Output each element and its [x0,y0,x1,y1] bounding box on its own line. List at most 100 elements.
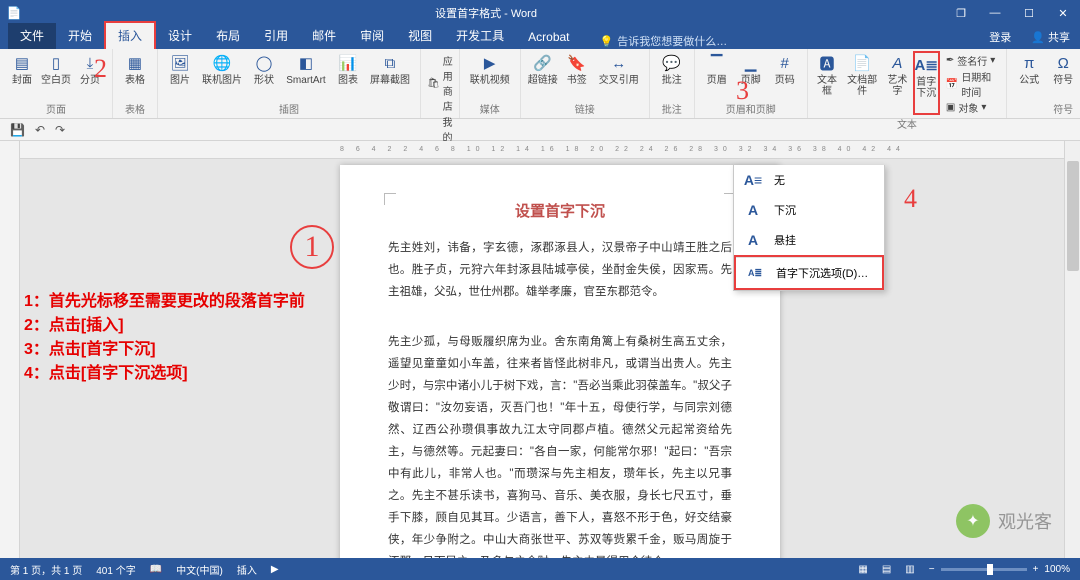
picture-button[interactable]: 🖼图片 [164,51,196,86]
smartart-icon: ◧ [296,53,316,73]
sig-icon: ✒ [946,55,954,66]
equation-button[interactable]: π公式 [1013,51,1045,86]
page-indicator[interactable]: 第 1 页，共 1 页 [10,562,82,577]
header-icon: ▔ [707,53,727,73]
blank-icon: ▯ [46,53,66,73]
hyperlink-button[interactable]: 🔗超链接 [527,51,559,86]
redo-button[interactable]: ↷ [55,123,65,137]
tab-design[interactable]: 设计 [156,23,204,49]
tab-developer[interactable]: 开发工具 [444,23,516,49]
link-icon: 🔗 [533,53,553,73]
wordart-icon: A [887,53,907,73]
dropcap-margin[interactable]: A悬挂 [734,225,884,255]
doc-paragraph-1: 先主姓刘，讳备，字玄德，涿郡涿县人，汉景帝子中山靖王胜之后也。胜子贞，元狩六年封… [388,237,732,303]
minimize-button[interactable]: — [978,0,1012,26]
shapes-button[interactable]: ◯形状 [248,51,280,86]
dropcap-button[interactable]: A≣首字下沉 [913,51,940,115]
zoom-slider[interactable] [941,568,1027,571]
instruction-line-2: 2：点击[插入] [24,314,305,338]
group-text: 🅰文本框 📄文档部件 A艺术字 A≣首字下沉 ✒签名行▾ 📅日期和时间 ▣对象▾… [808,49,1007,118]
textbox-icon: 🅰 [817,53,837,73]
document-page[interactable]: 1 设置首字下沉 先主姓刘，讳备，字玄德，涿郡涿县人，汉景帝子中山靖王胜之后也。… [340,165,780,558]
scroll-thumb[interactable] [1067,161,1079,271]
header-button[interactable]: ▔页眉 [701,51,733,86]
dropcap-icon: A≣ [916,55,936,75]
wordart-button[interactable]: A艺术字 [884,51,911,115]
tab-mailings[interactable]: 邮件 [300,23,348,49]
tab-acrobat[interactable]: Acrobat [516,26,581,49]
tab-home[interactable]: 开始 [56,23,104,49]
wechat-icon: ✦ [956,504,990,538]
datetime-button[interactable]: 📅日期和时间 [946,69,1000,99]
spellcheck-icon[interactable]: 📖 [150,564,162,575]
dropcap-dropped[interactable]: A下沉 [734,195,884,225]
insert-mode[interactable]: 插入 [237,562,257,577]
blank-page-button[interactable]: ▯空白页 [40,51,72,86]
crossref-button[interactable]: ↔交叉引用 [595,51,643,86]
textbox-button[interactable]: 🅰文本框 [814,51,841,115]
close-button[interactable]: ✕ [1046,0,1080,26]
group-tables: ▦表格 表格 [113,49,158,118]
group-addins: 🛍应用商店 🧩我的加载项 加载项 [421,49,460,118]
chevron-down-icon: ▾ [981,102,986,113]
watermark: ✦ 观光客 [956,504,1052,538]
dropcap-none[interactable]: A≡无 [734,165,884,195]
view-read-icon[interactable]: ▤ [882,564,891,575]
group-pages-label: 页面 [46,100,66,118]
footer-icon: ▁ [741,53,761,73]
undo-button[interactable]: ↶ [35,123,45,137]
quickparts-button[interactable]: 📄文档部件 [842,51,882,115]
view-web-icon[interactable]: ▥ [905,564,914,575]
tab-references[interactable]: 引用 [252,23,300,49]
instruction-line-4: 4：点击[首字下沉选项] [24,362,305,386]
online-picture-button[interactable]: 🌐联机图片 [198,51,246,86]
crossref-icon: ↔ [609,53,629,73]
zoom-level[interactable]: 100% [1044,564,1070,575]
macro-icon[interactable]: ▶ [271,564,279,575]
store-button[interactable]: 🛍应用商店 [427,53,453,113]
tab-file[interactable]: 文件 [8,23,56,49]
restore-button[interactable]: ❐ [944,0,978,26]
tab-view[interactable]: 视图 [396,23,444,49]
group-onlinemedia: ▶联机视频 媒体 [460,49,521,118]
zoom-in-button[interactable]: + [1033,564,1039,575]
zoom-out-button[interactable]: − [929,564,935,575]
tab-layout[interactable]: 布局 [204,23,252,49]
cover-page-button[interactable]: ▤封面 [6,51,38,86]
smartart-button[interactable]: ◧SmartArt [282,51,330,86]
status-bar: 第 1 页，共 1 页 401 个字 📖 中文(中国) 插入 ▶ ▦ ▤ ▥ −… [0,558,1080,580]
word-count[interactable]: 401 个字 [96,562,135,577]
maximize-button[interactable]: ☐ [1012,0,1046,26]
dropcap-options[interactable]: A≣首字下沉选项(D)… [736,257,882,288]
screenshot-button[interactable]: ⧉屏幕截图 [366,51,414,86]
share-button[interactable]: 👤共享 [1021,25,1080,49]
language-indicator[interactable]: 中文(中国) [176,562,223,577]
table-button[interactable]: ▦表格 [119,51,151,86]
annotation-4: 4 [904,184,917,214]
vertical-ruler [0,141,20,558]
instruction-text: 1：首先光标移至需要更改的段落首字前 2：点击[插入] 3：点击[首字下沉] 4… [24,290,305,386]
login-button[interactable]: 登录 [979,25,1021,49]
bookmark-button[interactable]: 🔖书签 [561,51,593,86]
group-symbols-label: 符号 [1053,100,1073,118]
view-print-icon[interactable]: ▦ [858,564,867,575]
vertical-scrollbar[interactable] [1064,141,1080,558]
symbol-button[interactable]: Ω符号 [1047,51,1079,86]
save-button[interactable]: 💾 [10,123,25,137]
signature-button[interactable]: ✒签名行▾ [946,53,1000,68]
online-video-button[interactable]: ▶联机视频 [466,51,514,86]
annotation-3: 3 [736,76,749,106]
tab-insert[interactable]: 插入 [104,21,156,49]
picture-icon: 🖼 [170,53,190,73]
object-button[interactable]: ▣对象▾ [946,100,1000,115]
tell-me-box[interactable]: 💡告诉我您想要做什么… [600,33,728,49]
annotation-1: 1 [290,225,334,269]
date-icon: 📅 [946,79,958,90]
group-text-label: 文本 [897,115,917,133]
ribbon: ▤封面 ▯空白页 ⤓分页 页面 ▦表格 表格 🖼图片 🌐联机图片 ◯形状 ◧Sm… [0,49,1080,119]
options-icon: A≣ [744,264,766,282]
tab-review[interactable]: 审阅 [348,23,396,49]
chart-button[interactable]: 📊图表 [332,51,364,86]
comment-button[interactable]: 💬批注 [656,51,688,86]
pagenum-button[interactable]: #页码 [769,51,801,86]
